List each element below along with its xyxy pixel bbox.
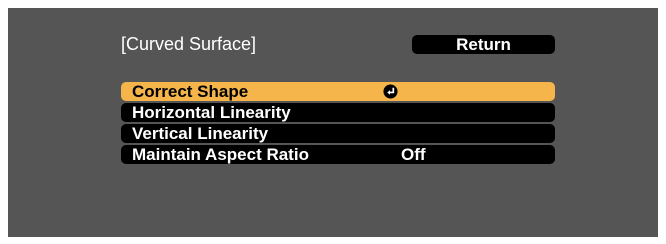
- return-button[interactable]: Return: [412, 35, 555, 54]
- aspect-ratio-value: Off: [401, 145, 426, 164]
- enter-icon: [383, 84, 398, 99]
- menu-item-label: Vertical Linearity: [132, 124, 269, 143]
- menu-item-label: Maintain Aspect Ratio: [132, 145, 309, 164]
- menu-item-label: Horizontal Linearity: [132, 103, 291, 122]
- menu-list: Correct Shape Horizontal Linearity Verti…: [121, 82, 555, 166]
- menu-item-horizontal-linearity[interactable]: Horizontal Linearity: [121, 103, 555, 122]
- menu-item-maintain-aspect-ratio[interactable]: Maintain Aspect Ratio Off: [121, 145, 555, 164]
- menu-item-correct-shape[interactable]: Correct Shape: [121, 82, 555, 101]
- menu-item-label: Correct Shape: [132, 82, 249, 101]
- menu-item-vertical-linearity[interactable]: Vertical Linearity: [121, 124, 555, 143]
- menu-panel: [Curved Surface] Return Correct Shape Ho…: [8, 8, 658, 237]
- page-title: [Curved Surface]: [121, 34, 257, 54]
